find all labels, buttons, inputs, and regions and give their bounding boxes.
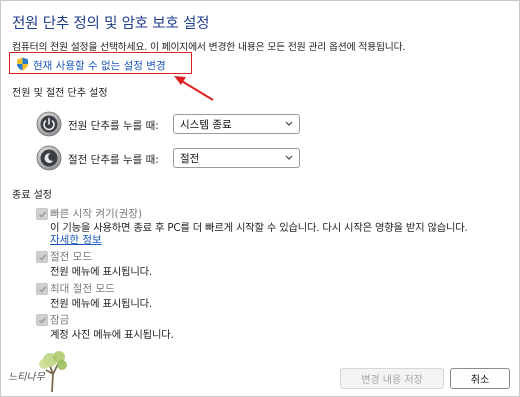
sleep-button-select-value: 절전: [180, 153, 200, 165]
power-section-heading: 전원 및 절전 단추 설정: [12, 88, 108, 99]
save-changes-button[interactable]: 변경 내용 저장: [340, 368, 444, 389]
hibernate-desc: 전원 메뉴에 표시됩니다.: [50, 298, 152, 310]
checkmark-icon: [39, 317, 47, 324]
hibernate-checkbox[interactable]: [36, 283, 48, 295]
chevron-down-icon: [285, 121, 293, 126]
sleep-desc: 전원 메뉴에 표시됩니다.: [50, 266, 152, 278]
hibernate-title: 최대 절전 모드: [50, 283, 115, 295]
power-button-label: 전원 단추를 누를 때:: [68, 120, 159, 132]
sleep-checkbox[interactable]: [36, 251, 48, 263]
watermark-text: 느티나무: [8, 371, 46, 383]
fast-startup-checkbox[interactable]: [36, 208, 48, 220]
checkmark-icon: [39, 211, 47, 218]
cancel-button[interactable]: 취소: [450, 368, 510, 389]
sleep-button-select[interactable]: 절전: [173, 148, 300, 168]
checkmark-icon: [39, 286, 47, 293]
power-button-select[interactable]: 시스템 종료: [173, 114, 300, 134]
checkmark-icon: [39, 254, 47, 261]
lock-desc: 계정 사진 메뉴에 표시됩니다.: [50, 329, 174, 341]
lock-checkbox[interactable]: [36, 314, 48, 326]
shutdown-section-heading: 종료 설정: [12, 190, 52, 201]
sleep-button-icon: [36, 145, 62, 171]
learn-more-link[interactable]: 자세한 정보: [50, 232, 102, 247]
watermark-logo: 느티나무: [8, 351, 67, 393]
chevron-down-icon: [285, 155, 293, 160]
sleep-button-label: 절전 단추를 누를 때:: [68, 154, 159, 166]
sleep-title: 절전 모드: [50, 251, 92, 263]
power-button-select-value: 시스템 종료: [180, 119, 232, 131]
power-button-icon: [36, 111, 62, 137]
fast-startup-desc: 이 기능을 사용하면 종료 후 PC를 더 빠르게 시작할 수 있습니다. 다시…: [50, 222, 468, 234]
lock-title: 잠금: [50, 314, 70, 326]
